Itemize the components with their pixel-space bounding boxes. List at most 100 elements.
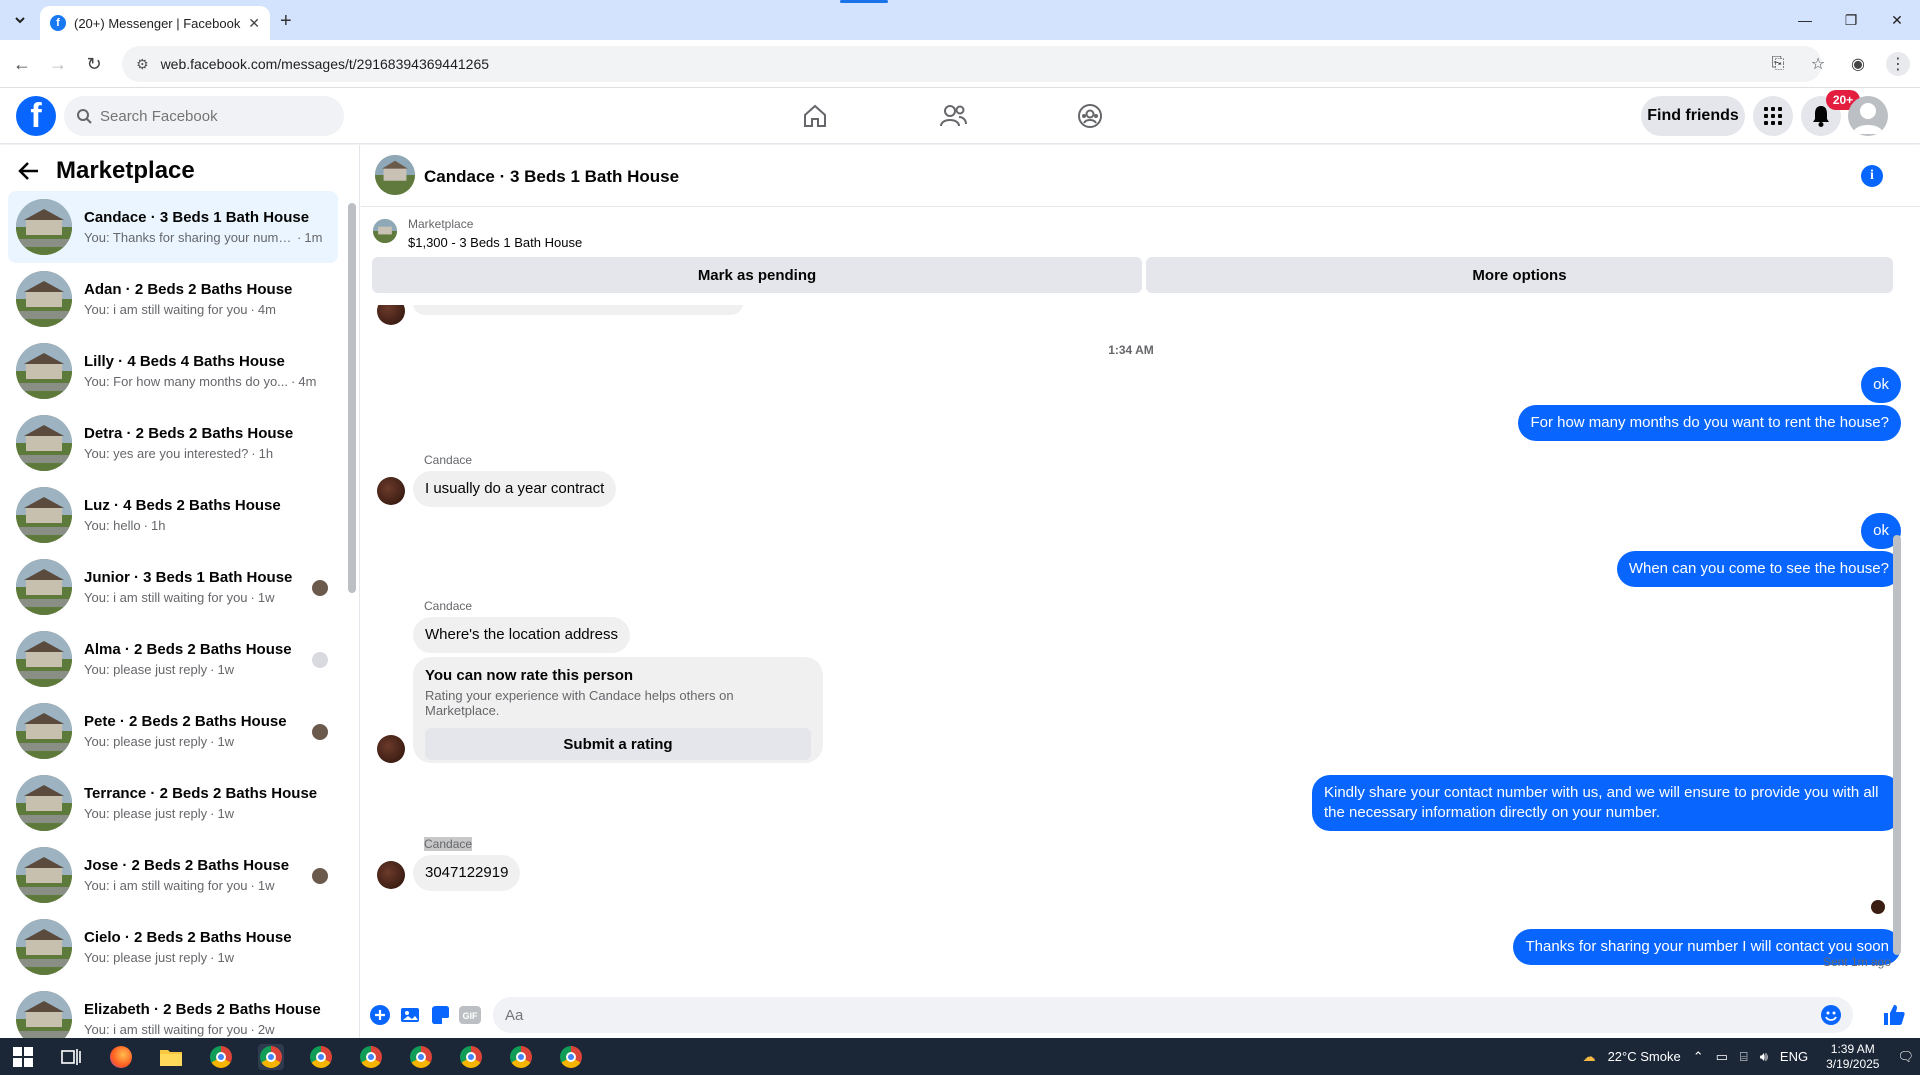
- conversation-item[interactable]: Junior · 3 Beds 1 Bath House You: i am st…: [8, 551, 338, 623]
- conversation-item[interactable]: Elizabeth · 2 Beds 2 Baths House You: i a…: [8, 983, 338, 1038]
- back-icon[interactable]: ←: [10, 52, 34, 76]
- volume-icon[interactable]: 🔊︎: [1760, 1049, 1768, 1065]
- meet-now-icon[interactable]: ▭: [1716, 1049, 1728, 1065]
- windows-start-icon[interactable]: [10, 1044, 36, 1070]
- friends-icon[interactable]: [933, 96, 973, 136]
- chat-title[interactable]: Candace · 3 Beds 1 Bath House: [424, 167, 679, 187]
- message-input-box[interactable]: [493, 997, 1853, 1033]
- mark-pending-button[interactable]: Mark as pending: [372, 257, 1142, 293]
- conversation-time: 1w: [217, 662, 235, 677]
- network-icon[interactable]: ⌸: [1740, 1049, 1748, 1065]
- message-input[interactable]: [505, 1006, 1805, 1024]
- gif-icon[interactable]: GIF: [459, 1004, 481, 1026]
- search-input[interactable]: [100, 107, 320, 125]
- timestamp-divider: 1:34 AM: [1108, 343, 1154, 357]
- browser-tab[interactable]: f (20+) Messenger | Facebook ✕: [40, 6, 270, 40]
- firefox-icon[interactable]: [108, 1044, 134, 1070]
- more-options-button[interactable]: More options: [1146, 257, 1893, 293]
- thumbs-up-icon[interactable]: [1881, 1002, 1907, 1028]
- menu-grid-icon[interactable]: [1753, 96, 1793, 136]
- outgoing-message: For how many months do you want to rent …: [1518, 405, 1901, 441]
- tray-chevron-icon[interactable]: ⌃: [1693, 1049, 1704, 1065]
- address-bar[interactable]: ⚙ web.facebook.com/messages/t/2916839436…: [122, 46, 1822, 82]
- menu-dots-icon[interactable]: ⋮: [1886, 52, 1910, 76]
- conversation-text: Elizabeth · 2 Beds 2 Baths House You: i a…: [84, 1001, 330, 1037]
- tab-close-icon[interactable]: ✕: [248, 15, 260, 32]
- conversation-preview: You: i am still waiting for you · 1w: [84, 878, 330, 893]
- conversation-text: Luz · 4 Beds 2 Baths House You: hello · 1h: [84, 497, 330, 533]
- conversation-item[interactable]: Adan · 2 Beds 2 Baths House You: i am sti…: [8, 263, 338, 335]
- facebook-logo-icon[interactable]: f: [16, 96, 56, 136]
- weather-text[interactable]: 22°C Smoke: [1608, 1049, 1681, 1064]
- chrome-icon[interactable]: [208, 1044, 234, 1070]
- chrome-icon[interactable]: [258, 1044, 284, 1070]
- conversation-item[interactable]: Pete · 2 Beds 2 Baths House You: please j…: [8, 695, 338, 767]
- profile-icon[interactable]: ◉: [1846, 52, 1870, 76]
- conversation-item[interactable]: Alma · 2 Beds 2 Baths House You: please j…: [8, 623, 338, 695]
- chrome-icon[interactable]: [408, 1044, 434, 1070]
- new-tab-button[interactable]: +: [280, 10, 292, 33]
- chat-listing-thumbnail[interactable]: [375, 155, 415, 195]
- chrome-icon[interactable]: [358, 1044, 384, 1070]
- notification-center-icon[interactable]: 🗨︎: [1897, 1049, 1914, 1065]
- sender-avatar[interactable]: [377, 735, 405, 763]
- account-avatar[interactable]: [1848, 96, 1888, 136]
- sidebar-scrollbar[interactable]: [348, 203, 356, 593]
- groups-icon[interactable]: [1070, 96, 1110, 136]
- task-view-icon[interactable]: [58, 1044, 84, 1070]
- conversation-item[interactable]: Cielo · 2 Beds 2 Baths House You: please …: [8, 911, 338, 983]
- photo-icon[interactable]: [399, 1004, 421, 1026]
- home-icon[interactable]: [795, 96, 835, 136]
- restore-icon[interactable]: ❐: [1828, 0, 1874, 40]
- close-window-icon[interactable]: ✕: [1874, 0, 1920, 40]
- read-receipt-avatar: [1871, 900, 1885, 914]
- system-tray: ☁ 22°C Smoke ⌃ ▭ ⌸ 🔊︎ ENG 1:39 AM 3/19/2…: [1577, 1038, 1920, 1075]
- conversation-item[interactable]: Candace · 3 Beds 1 Bath House You: Thanks…: [8, 191, 338, 263]
- search-icon: [77, 109, 92, 124]
- clock[interactable]: 1:39 AM 3/19/2025: [1826, 1042, 1879, 1072]
- plus-icon[interactable]: [369, 1004, 391, 1026]
- back-arrow-icon[interactable]: [18, 161, 40, 181]
- conversation-item[interactable]: Lilly · 4 Beds 4 Baths House You: For how…: [8, 335, 338, 407]
- conversation-item[interactable]: Jose · 2 Beds 2 Baths House You: i am sti…: [8, 839, 338, 911]
- install-app-icon[interactable]: ⎘: [1766, 52, 1790, 76]
- conversation-item[interactable]: Terrance · 2 Beds 2 Baths House You: plea…: [8, 767, 338, 839]
- site-info-icon[interactable]: ⚙: [136, 56, 149, 73]
- sender-avatar[interactable]: [377, 305, 405, 325]
- listing-price[interactable]: $1,300 - 3 Beds 1 Bath House: [408, 235, 582, 250]
- file-explorer-icon[interactable]: [158, 1044, 184, 1070]
- browser-toolbar: ← → ↻ ⚙ web.facebook.com/messages/t/2916…: [0, 40, 1920, 88]
- weather-icon[interactable]: ☁: [1583, 1049, 1596, 1065]
- submit-rating-button[interactable]: Submit a rating: [425, 728, 811, 760]
- conversation-time: 1w: [217, 806, 235, 821]
- conversation-preview: You: hello · 1h: [84, 518, 330, 533]
- info-icon[interactable]: i: [1861, 165, 1883, 187]
- conversation-text: Alma · 2 Beds 2 Baths House You: please j…: [84, 641, 330, 677]
- chrome-icon[interactable]: [458, 1044, 484, 1070]
- forward-icon[interactable]: →: [46, 52, 70, 76]
- conversation-name: Detra · 2 Beds 2 Baths House: [84, 425, 294, 442]
- conversation-name: Terrance · 2 Beds 2 Baths House: [84, 785, 318, 802]
- sender-name: Candace: [424, 453, 473, 467]
- facebook-search[interactable]: [64, 96, 344, 136]
- sender-avatar[interactable]: [377, 861, 405, 889]
- sticker-icon[interactable]: [429, 1004, 451, 1026]
- conversation-item[interactable]: Detra · 2 Beds 2 Baths House You: yes are…: [8, 407, 338, 479]
- language-indicator[interactable]: ENG: [1780, 1049, 1808, 1064]
- chrome-icon[interactable]: [558, 1044, 584, 1070]
- find-friends-button[interactable]: Find friends: [1641, 96, 1745, 136]
- chrome-icon[interactable]: [508, 1044, 534, 1070]
- emoji-icon[interactable]: [1821, 1005, 1841, 1025]
- reload-icon[interactable]: ↻: [82, 52, 106, 76]
- bookmark-star-icon[interactable]: ☆: [1806, 52, 1830, 76]
- listing-thumbnail: [16, 631, 72, 687]
- chrome-icon[interactable]: [308, 1044, 334, 1070]
- separator-dot: ·: [251, 446, 256, 461]
- tab-search-button[interactable]: [8, 8, 32, 32]
- separator-dot: ·: [250, 878, 255, 893]
- sender-avatar[interactable]: [377, 477, 405, 505]
- listing-thumbnail[interactable]: [373, 219, 397, 243]
- chat-scrollbar[interactable]: [1893, 535, 1901, 955]
- conversation-item[interactable]: Luz · 4 Beds 2 Baths House You: hello · 1h: [8, 479, 338, 551]
- minimize-icon[interactable]: —: [1782, 0, 1828, 40]
